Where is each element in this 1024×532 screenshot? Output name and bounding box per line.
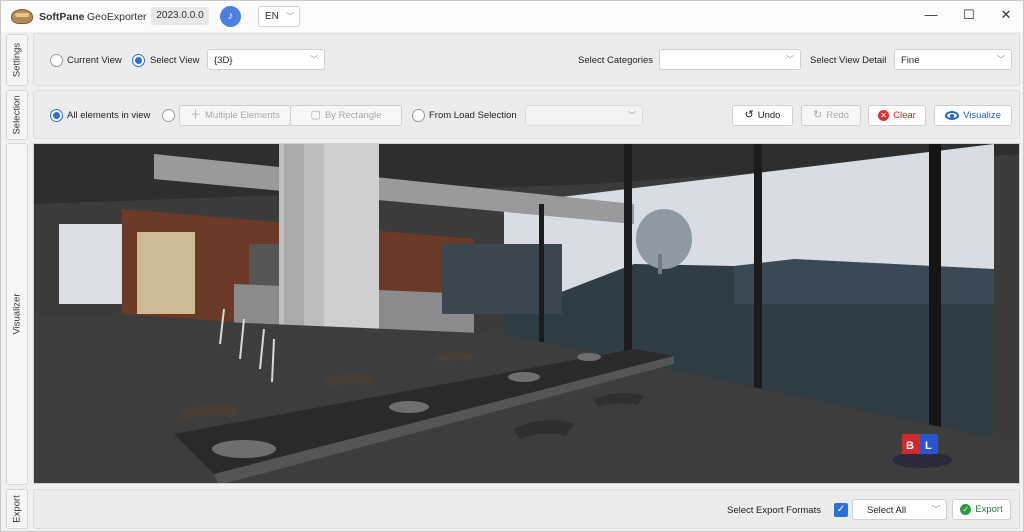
chevron-down-icon: ﹀ — [310, 55, 318, 64]
tab-settings-label: Settings — [11, 42, 23, 78]
load-selection-select[interactable]: ﹀ — [525, 105, 643, 126]
select-view-radio[interactable] — [132, 54, 145, 67]
load-selection-radio[interactable] — [412, 109, 425, 122]
chevron-down-icon: ﹀ — [997, 55, 1005, 64]
select-export-formats-label: Select Export Formats — [727, 505, 821, 516]
bread-logo-icon — [11, 9, 33, 24]
select-all-checkbox[interactable]: ✓ — [834, 503, 848, 517]
title-bar: SoftPane GeoExporter 2023.0.0.0 ♪ EN ﹀ — … — [1, 1, 1023, 32]
select-view-detail-label: Select View Detail — [810, 55, 887, 66]
export-panel: Select Export Formats ✓ Select All ﹀ ✓ Exp… — [33, 489, 1020, 529]
3d-viewport[interactable]: B L — [33, 143, 1020, 484]
clear-button[interactable]: ✕ Clear — [868, 105, 926, 126]
chevron-down-icon: ﹀ — [286, 12, 294, 21]
all-elements-label: All elements in view — [67, 110, 151, 121]
product-name: GeoExporter — [87, 11, 147, 23]
eye-icon — [945, 111, 960, 120]
tab-visualizer[interactable]: Visualizer — [6, 143, 28, 485]
export-button[interactable]: ✓ Export — [952, 499, 1011, 520]
tab-export-label: Export — [11, 495, 23, 523]
multiple-elements-label: Multiple Elements — [205, 110, 280, 121]
multiple-elements-radio[interactable] — [162, 109, 175, 122]
chevron-down-icon: ﹀ — [786, 55, 794, 64]
view-select-value: {3D} — [214, 55, 233, 66]
3d-scene-render[interactable]: B L — [34, 144, 1020, 484]
view-select[interactable]: {3D} ﹀ — [207, 49, 325, 70]
app-name: SoftPane — [39, 11, 85, 23]
tab-visualizer-label: Visualizer — [11, 293, 23, 335]
undo-button[interactable]: ↺ Undo — [732, 105, 793, 126]
tab-export[interactable]: Export — [6, 489, 28, 529]
clear-icon: ✕ — [878, 110, 890, 121]
nav-cube-back-face[interactable]: B — [906, 440, 914, 452]
undo-label: Undo — [757, 110, 781, 121]
plus-icon: ＋ — [190, 109, 201, 121]
maximize-button[interactable]: ☐ — [957, 5, 981, 25]
visualize-button[interactable]: Visualize — [934, 105, 1012, 126]
music-note-icon: ♪ — [227, 10, 234, 22]
version-badge: 2023.0.0.0 — [151, 7, 209, 25]
by-rectangle-label: By Rectangle — [324, 110, 382, 121]
redo-button[interactable]: ↻ Redo — [801, 105, 861, 126]
categories-select[interactable]: ﹀ — [659, 49, 801, 70]
view-detail-select[interactable]: Fine ﹀ — [894, 49, 1012, 70]
export-formats-select[interactable]: Select All ﹀ — [852, 499, 947, 520]
undo-icon: ↺ — [744, 109, 754, 121]
nav-cube-left-face[interactable]: L — [925, 440, 932, 452]
rectangle-icon: ▢ — [310, 109, 321, 121]
close-window-button[interactable]: ✕ — [994, 5, 1018, 25]
export-formats-value: Select All — [867, 505, 907, 516]
view-detail-value: Fine — [901, 55, 920, 66]
checkmark-icon: ✓ — [836, 504, 846, 515]
export-label: Export — [975, 504, 1003, 515]
current-view-radio[interactable] — [50, 54, 63, 67]
all-elements-radio[interactable] — [50, 109, 63, 122]
tab-settings[interactable]: Settings — [6, 34, 28, 86]
clear-label: Clear — [893, 110, 916, 121]
visualize-label: Visualize — [963, 110, 1001, 121]
tab-selection-label: Selection — [11, 95, 23, 135]
chevron-down-icon: ﹀ — [932, 505, 940, 514]
export-check-icon: ✓ — [960, 504, 972, 515]
redo-icon: ↻ — [813, 109, 823, 121]
tab-selection[interactable]: Selection — [6, 90, 28, 140]
language-value: EN — [265, 11, 279, 22]
language-select[interactable]: EN ﹀ — [258, 6, 300, 27]
selection-panel: All elements in view ＋ Multiple Elements … — [33, 90, 1020, 139]
load-selection-label: From Load Selection — [429, 110, 517, 121]
app-window: SoftPane GeoExporter 2023.0.0.0 ♪ EN ﹀ — … — [0, 0, 1024, 532]
chevron-down-icon: ﹀ — [628, 111, 636, 120]
settings-panel: Current View Select View {3D} ﹀ Select Ca… — [33, 33, 1020, 86]
select-view-label: Select View — [150, 55, 200, 66]
current-view-label: Current View — [67, 55, 122, 66]
redo-label: Redo — [826, 110, 849, 121]
minimize-button[interactable]: — — [919, 5, 943, 25]
select-categories-label: Select Categories — [578, 55, 653, 66]
by-rectangle-button[interactable]: ▢ By Rectangle — [290, 105, 402, 126]
multiple-elements-button[interactable]: ＋ Multiple Elements — [179, 105, 291, 126]
theme-toggle-button[interactable]: ♪ — [220, 6, 241, 27]
